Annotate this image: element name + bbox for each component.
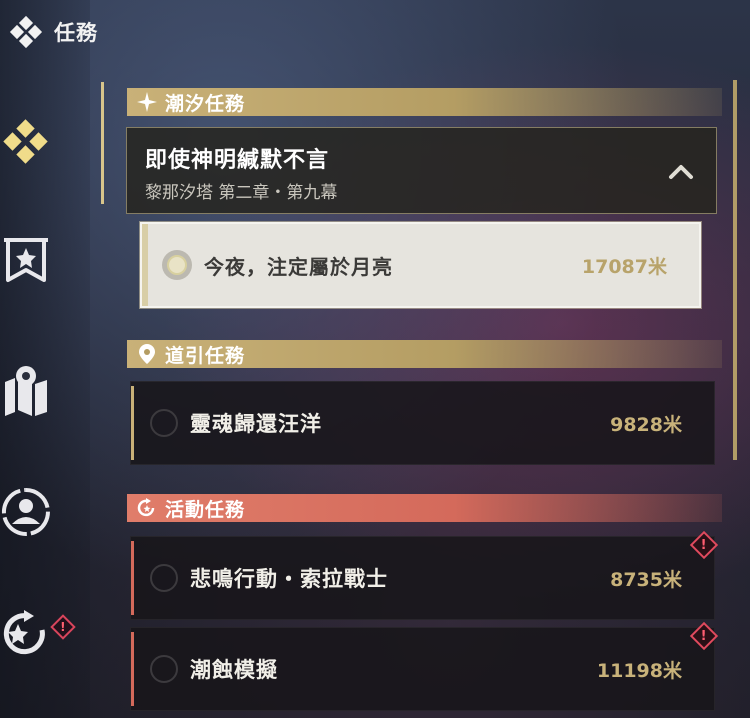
- task-item[interactable]: 悲鳴行動・索拉戰士 8735米: [130, 536, 715, 620]
- section-header-tide: 潮汐任務: [127, 88, 722, 116]
- sparkle-icon: [137, 92, 157, 112]
- task-radio-selected[interactable]: [162, 250, 192, 280]
- task-label: 悲鳴行動・索拉戰士: [190, 567, 388, 591]
- task-distance: 9828米: [610, 413, 682, 436]
- four-diamond-icon: [8, 14, 44, 50]
- star-refresh-icon: [3, 610, 45, 655]
- chevron-up-icon[interactable]: [668, 162, 694, 180]
- task-label: 潮蝕模擬: [190, 658, 278, 682]
- task-item[interactable]: 潮蝕模擬 11198米: [130, 627, 715, 711]
- task-item-selected[interactable]: 今夜，注定屬於月亮 17087米: [139, 221, 702, 309]
- quest-group-title: 即使神明緘默不言: [145, 148, 330, 173]
- task-accent-bar: [131, 541, 134, 615]
- page-header: 任務: [8, 14, 98, 50]
- nav-event-quests[interactable]: [0, 604, 52, 664]
- quest-group-header[interactable]: 即使神明緘默不言 黎那汐塔 第二章・第九幕: [126, 127, 717, 214]
- banner-star-icon: [4, 238, 48, 282]
- nav-map-quests[interactable]: [0, 360, 52, 420]
- section-header-guide: 道引任務: [127, 340, 722, 368]
- active-tab-indicator: [101, 82, 104, 204]
- task-radio[interactable]: [150, 409, 178, 437]
- task-distance: 17087米: [581, 255, 667, 278]
- four-diamond-icon: [3, 119, 48, 164]
- location-pin-icon: [137, 344, 157, 364]
- task-distance: 8735米: [610, 568, 682, 591]
- task-distance: 11198米: [596, 659, 682, 682]
- nav-tide-quests[interactable]: [0, 112, 52, 172]
- person-circle-icon: [1, 488, 50, 536]
- section-header-event: 活動任務: [127, 494, 722, 522]
- task-radio[interactable]: [150, 655, 178, 683]
- quest-group-subtitle: 黎那汐塔 第二章・第九幕: [145, 183, 338, 203]
- task-radio[interactable]: [150, 564, 178, 592]
- task-label: 今夜，注定屬於月亮: [204, 254, 393, 279]
- task-accent-bar: [131, 632, 134, 706]
- refresh-star-icon: [137, 498, 157, 518]
- nav-companion-quests[interactable]: [0, 482, 52, 542]
- task-label: 靈魂歸還汪洋: [190, 412, 322, 436]
- map-pin-icon: [5, 366, 47, 416]
- scrollbar[interactable]: [733, 80, 737, 460]
- task-accent-bar: [131, 386, 134, 460]
- task-accent-bar: [142, 224, 148, 306]
- task-item[interactable]: 靈魂歸還汪洋 9828米: [130, 381, 715, 465]
- nav-main-story[interactable]: [0, 232, 52, 292]
- page-title: 任務: [54, 21, 98, 45]
